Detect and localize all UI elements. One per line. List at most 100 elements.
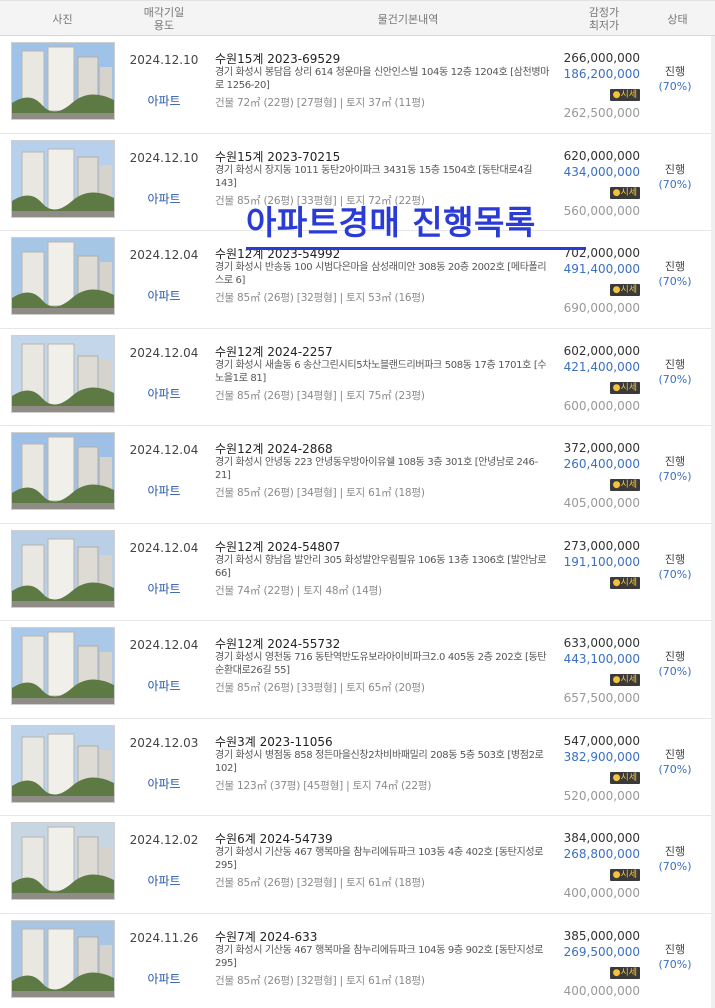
appraisal-price: 266,000,000 xyxy=(563,51,640,65)
case-number[interactable]: 수원12계 2024-54807 xyxy=(215,540,550,554)
status-text: 진행 xyxy=(664,552,686,566)
case-number[interactable]: 수원3계 2023-11056 xyxy=(215,735,550,749)
case-number[interactable]: 수원12계 2024-2868 xyxy=(215,442,550,456)
market-price-button[interactable]: ●시세 xyxy=(609,674,640,686)
property-address: 경기 화성시 기산동 467 행복마을 참누리에듀파크 103동 4층 402호… xyxy=(215,847,544,871)
market-price: 600,000,000 xyxy=(563,398,640,413)
property-info[interactable]: 수원7계 2024-633 경기 화성시 기산동 467 행복마을 참누리에듀파크… xyxy=(215,930,550,970)
status-percent: (70%) xyxy=(658,80,692,93)
market-price-button[interactable]: ●시세 xyxy=(609,966,640,979)
sale-date: 2024.12.04 xyxy=(129,345,199,360)
market-price: 400,000,000 xyxy=(563,983,640,998)
case-number[interactable]: 수원15계 2023-70215 xyxy=(215,150,550,164)
market-label: 시세 xyxy=(620,675,637,685)
property-address: 경기 화성시 봉담읍 상리 614 청운마을 신안인스빌 104동 12층 12… xyxy=(215,67,550,91)
usage-link[interactable]: 아파트 xyxy=(125,482,203,499)
property-photo[interactable] xyxy=(11,724,115,803)
case-number[interactable]: 수원12계 2024-2257 xyxy=(215,345,550,359)
scrollbar[interactable] xyxy=(711,36,715,1008)
usage-link[interactable]: 아파트 xyxy=(125,287,203,304)
minimum-price: 421,400,000 xyxy=(563,359,640,374)
market-label: 시세 xyxy=(620,870,637,880)
property-info[interactable]: 수원12계 2024-54807 경기 화성시 향남읍 발안리 305 화성발안우… xyxy=(215,540,550,580)
property-photo[interactable] xyxy=(11,529,115,608)
case-number[interactable]: 수원7계 2024-633 xyxy=(215,930,550,944)
market-price-button[interactable]: ●시세 xyxy=(609,479,640,491)
price-block: 385,000,000 269,500,000 ●시세 400,000,000 xyxy=(545,928,640,999)
market-price-button[interactable]: ●시세 xyxy=(609,89,640,101)
usage-link[interactable]: 아파트 xyxy=(125,872,203,889)
usage-link[interactable]: 아파트 xyxy=(125,385,203,402)
market-label: 시세 xyxy=(620,285,637,295)
property-photo[interactable] xyxy=(11,139,115,218)
property-photo[interactable] xyxy=(11,237,115,315)
usage-link[interactable]: 아파트 xyxy=(125,92,203,109)
status-block: 진행 (70%) xyxy=(640,552,710,582)
market-price-button[interactable]: ●시세 xyxy=(609,771,640,784)
property-info[interactable]: 수원12계 2024-2257 경기 화성시 새솔동 6 송산그린시티5차노블랜드… xyxy=(215,345,550,385)
market-label: 시세 xyxy=(620,382,637,393)
case-number[interactable]: 수원15계 2023-69529 xyxy=(215,52,550,66)
appraisal-price: 602,000,000 xyxy=(563,343,640,358)
property-address: 경기 화성시 영천동 716 동탄역반도유보라아이비파크2.0 405동 2층 … xyxy=(215,652,547,676)
property-photo[interactable] xyxy=(11,42,115,120)
status-block: 진행 (70%) xyxy=(640,64,710,94)
usage-link[interactable]: 아파트 xyxy=(125,775,203,792)
price-block: 266,000,000 186,200,000 ●시세 262,500,000 xyxy=(545,50,640,121)
property-info[interactable]: 수원12계 2024-55732 경기 화성시 영천동 716 동탄역반도유보라아… xyxy=(215,637,550,677)
case-number[interactable]: 수원12계 2024-55732 xyxy=(215,637,550,651)
usage-link[interactable]: 아파트 xyxy=(125,190,203,207)
table-row[interactable]: 2024.12.03 아파트 수원3계 2023-11056 경기 화성시 병점동 8… xyxy=(0,719,715,816)
market-label: 시세 xyxy=(620,90,637,100)
property-info[interactable]: 수원6계 2024-54739 경기 화성시 기산동 467 행복마을 참누리에듀… xyxy=(215,832,550,872)
appraisal-price: 620,000,000 xyxy=(563,148,640,163)
property-info[interactable]: 수원15계 2023-70215 경기 화성시 장지동 1011 동탄2아이파크 … xyxy=(215,150,550,190)
price-block: 633,000,000 443,100,000 ●시세 657,500,000 xyxy=(545,635,640,706)
table-row[interactable]: 2024.12.04 아파트 수원12계 2024-2257 경기 화성시 새솔동 6… xyxy=(0,329,715,426)
table-row[interactable]: 2024.12.04 아파트 수원12계 2024-54807 경기 화성시 향남읍 … xyxy=(0,524,715,621)
property-info[interactable]: 수원12계 2023-54992 경기 화성시 반송동 100 시범다은마을 삼성… xyxy=(215,247,550,287)
status-text: 진행 xyxy=(664,455,686,468)
market-label: 시세 xyxy=(620,187,637,198)
status-text: 진행 xyxy=(664,942,686,956)
property-address: 경기 화성시 새솔동 6 송산그린시티5차노블랜드리버파크 508동 17층 1… xyxy=(215,359,547,384)
market-price-button[interactable]: ●시세 xyxy=(609,284,640,296)
price-block: 547,000,000 382,900,000 ●시세 520,000,000 xyxy=(545,733,640,804)
usage-link[interactable]: 아파트 xyxy=(125,970,203,987)
table-row[interactable]: 2024.12.04 아파트 수원12계 2024-55732 경기 화성시 영천동 … xyxy=(0,621,715,719)
property-photo[interactable] xyxy=(11,432,115,510)
property-photo[interactable] xyxy=(11,919,115,998)
header-minimum-label: 최저가 xyxy=(588,19,620,32)
table-row[interactable]: 2024.12.02 아파트 수원6계 2024-54739 경기 화성시 기산동 4… xyxy=(0,816,715,914)
area-info: 건물 74㎡ (22평) | 토지 48㎡ (14평) xyxy=(215,584,382,597)
market-price-button[interactable]: ●시세 xyxy=(609,869,640,881)
usage-link[interactable]: 아파트 xyxy=(125,677,203,694)
table-row[interactable]: 2024.12.10 아파트 수원15계 2023-69529 경기 화성시 봉담읍 … xyxy=(0,36,715,134)
minimum-price: 382,900,000 xyxy=(563,749,640,764)
appraisal-price: 384,000,000 xyxy=(563,831,640,845)
area-info: 건물 85㎡ (26평) [33평형] | 토지 65㎡ (20평) xyxy=(215,682,425,694)
market-price-button[interactable]: ●시세 xyxy=(609,381,640,394)
table-row[interactable]: 2024.12.04 아파트 수원12계 2024-2868 경기 화성시 안녕동 2… xyxy=(0,426,715,524)
property-info[interactable]: 수원12계 2024-2868 경기 화성시 안녕동 223 안녕동우방아이유쉘 … xyxy=(215,442,550,482)
property-photo[interactable] xyxy=(11,822,115,900)
usage-link[interactable]: 아파트 xyxy=(125,580,203,597)
area-info: 건물 85㎡ (26평) [32평형] | 토지 61㎡ (18평) xyxy=(215,877,425,889)
status-percent: (70%) xyxy=(658,470,692,483)
property-info[interactable]: 수원3계 2023-11056 경기 화성시 병점동 858 정든마을신창2차비바… xyxy=(215,735,550,775)
property-photo[interactable] xyxy=(11,627,115,705)
status-percent: (70%) xyxy=(658,762,692,776)
market-price-button[interactable]: ●시세 xyxy=(609,576,640,589)
status-text: 진행 xyxy=(664,162,686,176)
case-number[interactable]: 수원6계 2024-54739 xyxy=(215,832,550,846)
market-label: 시세 xyxy=(620,967,637,978)
sale-date: 2024.11.26 xyxy=(129,930,199,945)
property-info[interactable]: 수원15계 2023-69529 경기 화성시 봉담읍 상리 614 청운마을 신… xyxy=(215,52,550,92)
market-price: 262,500,000 xyxy=(563,106,640,120)
table-row[interactable]: 2024.11.26 아파트 수원7계 2024-633 경기 화성시 기산동 467… xyxy=(0,914,715,1008)
market-price-button[interactable]: ●시세 xyxy=(609,186,640,199)
price-block: 273,000,000 191,100,000 ●시세 xyxy=(545,538,640,593)
property-photo[interactable] xyxy=(11,334,115,413)
header-photo-label: 사진 xyxy=(52,12,73,26)
market-price: 520,000,000 xyxy=(563,788,640,803)
